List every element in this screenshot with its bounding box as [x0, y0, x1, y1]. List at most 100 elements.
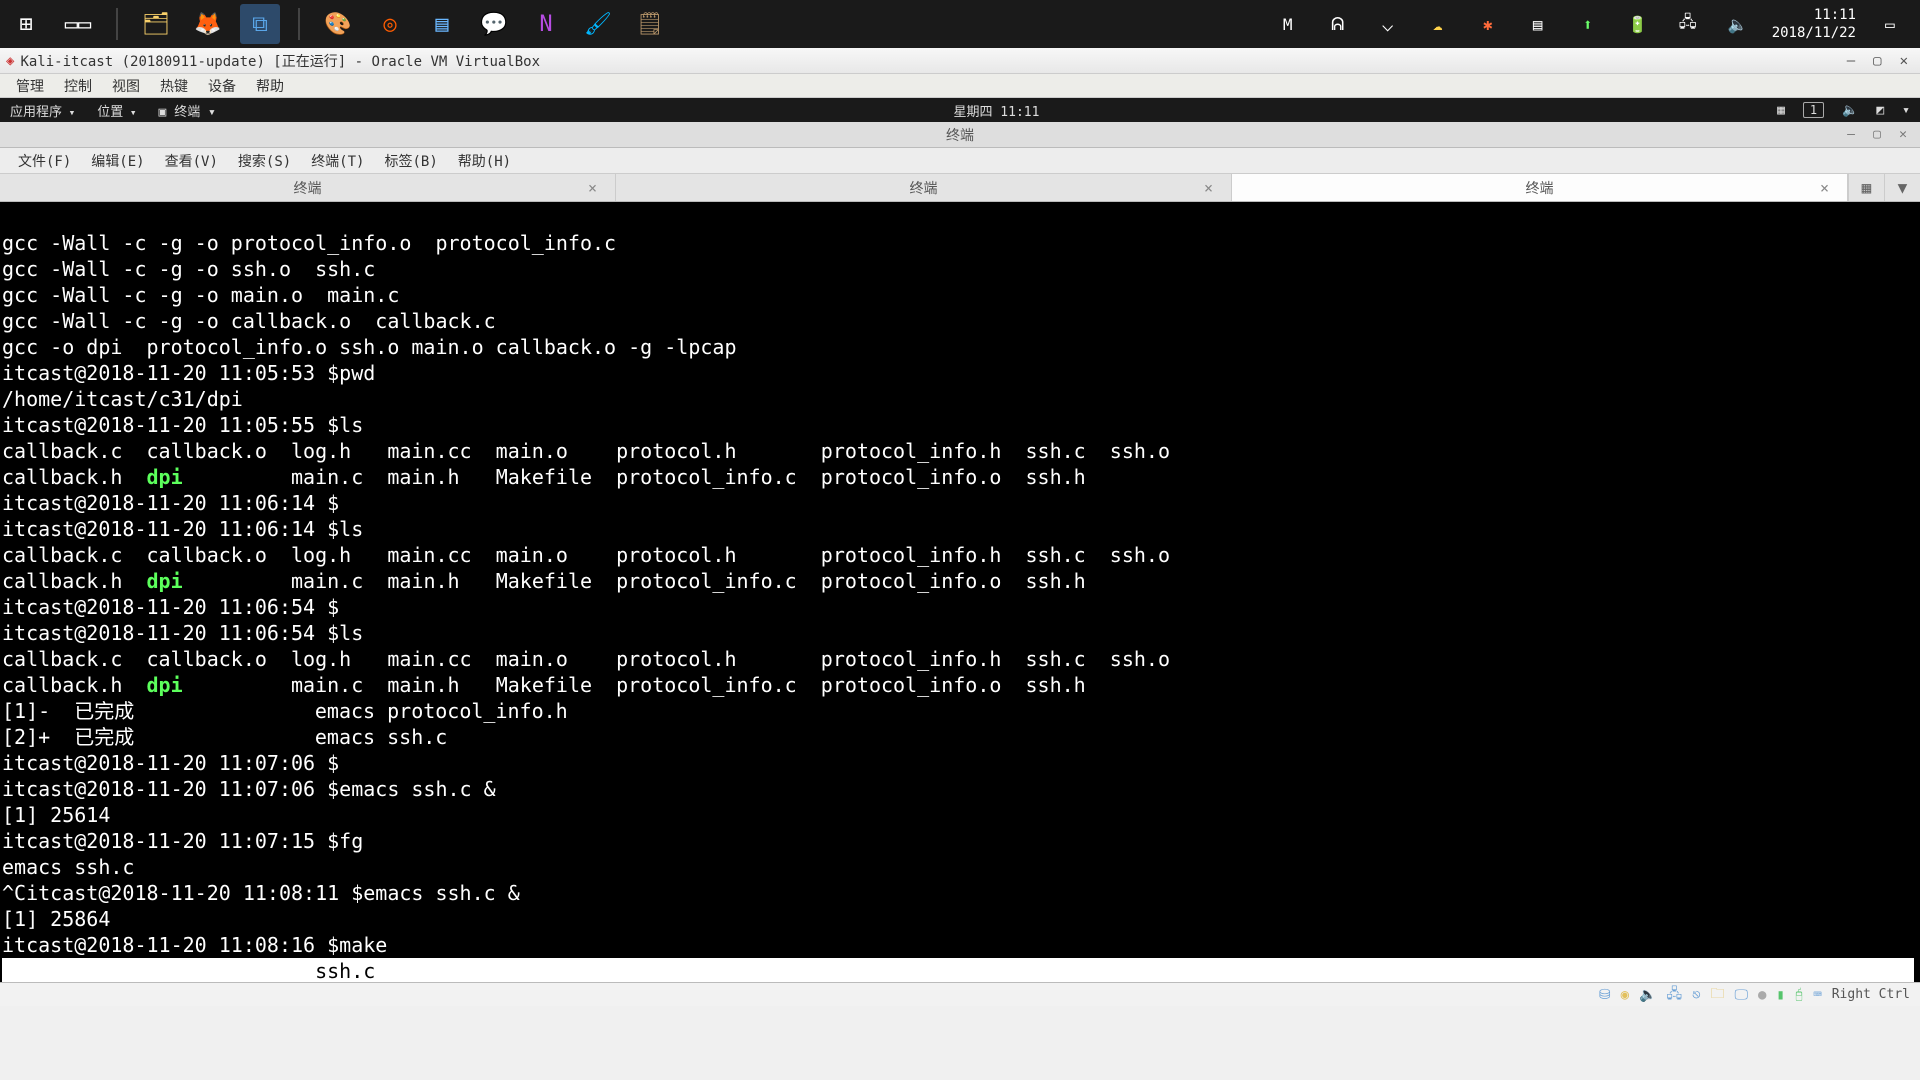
chat-icon[interactable]: 💬	[474, 4, 514, 44]
guest-recorder-icon[interactable]: ▦	[1777, 103, 1785, 118]
battery-icon[interactable]: 🔋	[1618, 4, 1658, 44]
terminal-line: [1] 25864	[2, 907, 110, 931]
term-close-button[interactable]: ✕	[1896, 128, 1910, 142]
tray-net-icon[interactable]: ▤	[1518, 4, 1558, 44]
terminal-line: itcast@2018-11-20 11:06:54 $ls	[2, 621, 363, 645]
brush-icon[interactable]: 🖌	[578, 4, 618, 44]
vbox-titlebar: ◈ Kali-itcast (20180911-update) [正在运行] -…	[0, 48, 1920, 74]
vbox-optical-icon[interactable]: ◉	[1621, 987, 1629, 1003]
guest-applications[interactable]: 应用程序	[10, 101, 75, 120]
terminal-content[interactable]: gcc -Wall -c -g -o protocol_info.o proto…	[0, 202, 1920, 982]
vbox-display-icon[interactable]: 🖵	[1735, 987, 1749, 1003]
terminal-line: gcc -Wall -c -g -o ssh.o ssh.c	[2, 257, 375, 281]
vbox-menu-machine[interactable]: 控制	[56, 74, 100, 98]
terminal-line: callback.c callback.o log.h main.cc main…	[2, 647, 1170, 671]
terminal-line: itcast@2018-11-20 11:07:06 $emacs ssh.c …	[2, 777, 496, 801]
terminal-line: itcast@2018-11-20 11:07:15 $fg	[2, 829, 363, 853]
close-icon[interactable]: ×	[1820, 179, 1829, 197]
vbox-harddisk-icon[interactable]: ⛁	[1599, 987, 1611, 1003]
vbox-title-icon: ◈	[6, 53, 14, 69]
guest-clock[interactable]: 星期四 11:11	[216, 101, 1777, 120]
term-menu-terminal[interactable]: 终端(T)	[303, 150, 372, 172]
vbox-network-icon[interactable]: 🖧	[1666, 983, 1682, 1007]
start-icon[interactable]: ⊞	[6, 4, 46, 44]
term-menu-tabs[interactable]: 标签(B)	[376, 150, 445, 172]
paint-icon[interactable]: 🎨	[318, 4, 358, 44]
guest-topbar: 应用程序 位置 ▣ 终端 ▾ 星期四 11:11 ▦ 1 🔈 ◩ ▾	[0, 98, 1920, 122]
firefox-icon[interactable]: 🦊	[188, 4, 228, 44]
app-icon-1[interactable]: ▤	[422, 4, 462, 44]
guest-audio-icon[interactable]: 🔈	[1842, 103, 1858, 118]
tray-update-icon[interactable]: ⬆	[1568, 4, 1608, 44]
terminal-line: callback.h dpi main.c main.h Makefile pr…	[2, 465, 1086, 489]
tray-app-icon[interactable]: ☁	[1418, 4, 1458, 44]
people-icon[interactable]: ᕱ	[1318, 4, 1358, 44]
terminal-line: gcc -Wall -c -g -o main.o main.c	[2, 283, 399, 307]
vbox-keyboard-icon[interactable]: ⌨	[1813, 987, 1821, 1003]
vbox-recording-icon[interactable]: ●	[1758, 987, 1766, 1003]
tray-gear-icon[interactable]: ✱	[1468, 4, 1508, 44]
term-menu-view[interactable]: 查看(V)	[157, 150, 226, 172]
term-min-button[interactable]: —	[1844, 128, 1858, 142]
vbox-statusbar: ⛁ ◉ 🔈 🖧 ⎋ 🗀 🖵 ● ▮ 🖯 ⌨ Right Ctrl	[0, 982, 1920, 1006]
guest-terminal-launcher[interactable]: ▣ 终端 ▾	[159, 101, 216, 120]
terminal-line: callback.c callback.o log.h main.cc main…	[2, 439, 1170, 463]
terminal-line: itcast@2018-11-20 11:08:16 $make	[2, 933, 387, 957]
notification-icon[interactable]: ▭	[1870, 4, 1910, 44]
terminal-line: [1] 25614	[2, 803, 110, 827]
terminal-line: gcc -Wall -c -g -o protocol_info.o proto…	[2, 231, 616, 255]
guest-power-icon[interactable]: ▾	[1902, 103, 1910, 118]
explorer-icon[interactable]: 🗂	[136, 4, 176, 44]
term-max-button[interactable]: ▢	[1870, 128, 1884, 142]
wifi-icon[interactable]: 🖧	[1668, 4, 1708, 44]
add-tab-button[interactable]: ▦	[1848, 174, 1884, 201]
volume-icon[interactable]: 🔈	[1718, 4, 1758, 44]
vbox-cpu-icon[interactable]: ▮	[1776, 987, 1784, 1003]
terminal-line: itcast@2018-11-20 11:06:54 $	[2, 595, 339, 619]
tab-menu-button[interactable]: ▼	[1884, 174, 1920, 201]
vbox-mouse-icon[interactable]: 🖯	[1795, 987, 1803, 1003]
term-menu-search[interactable]: 搜索(S)	[230, 150, 299, 172]
vbox-usb-icon[interactable]: ⎋	[1692, 987, 1700, 1003]
taskbar-clock[interactable]: 11:11 2018/11/22	[1768, 6, 1860, 42]
maximize-button[interactable]: ▢	[1873, 53, 1881, 69]
virtualbox-window: ◈ Kali-itcast (20180911-update) [正在运行] -…	[0, 48, 1920, 1080]
workspace-badge[interactable]: 1	[1803, 102, 1824, 118]
terminal-line: callback.h dpi main.c main.h Makefile pr…	[2, 673, 1086, 697]
terminal-tab-1[interactable]: 终端 ×	[0, 174, 616, 201]
guest-battery-icon[interactable]: ◩	[1876, 103, 1884, 118]
vbox-hostkey: Right Ctrl	[1832, 987, 1910, 1002]
guest-places[interactable]: 位置	[97, 101, 136, 120]
term-menu-file[interactable]: 文件(F)	[10, 150, 79, 172]
terminal-tab-3[interactable]: 终端 ×	[1232, 174, 1848, 201]
onenote-icon[interactable]: N	[526, 4, 566, 44]
close-button[interactable]: ✕	[1900, 53, 1908, 69]
vbox-menu-input[interactable]: 热键	[152, 74, 196, 98]
terminal-line: [2]+ 已完成 emacs ssh.c	[2, 725, 447, 749]
vbox-audio-icon[interactable]: 🔈	[1639, 987, 1656, 1003]
close-icon[interactable]: ×	[1204, 179, 1213, 197]
vbox-title: Kali-itcast (20180911-update) [正在运行] - O…	[20, 51, 1846, 71]
vbox-menu-view[interactable]: 视图	[104, 74, 148, 98]
vbox-shared-icon[interactable]: 🗀	[1711, 983, 1725, 1007]
terminal-line: itcast@2018-11-20 11:06:14 $ls	[2, 517, 363, 541]
terminal-tab-2[interactable]: 终端 ×	[616, 174, 1232, 201]
terminal-tabbar: 终端 × 终端 × 终端 × ▦ ▼	[0, 174, 1920, 202]
vbox-menubar: 管理 控制 视图 热键 设备 帮助	[0, 74, 1920, 98]
term-menu-help[interactable]: 帮助(H)	[450, 150, 519, 172]
virtualbox-icon[interactable]: ⧉	[240, 4, 280, 44]
vbox-menu-devices[interactable]: 设备	[200, 74, 244, 98]
close-icon[interactable]: ×	[588, 179, 597, 197]
tray-expand-icon[interactable]: ⌵	[1368, 4, 1408, 44]
terminal-line: emacs ssh.c	[2, 855, 134, 879]
taskview-icon[interactable]: ▭▭	[58, 4, 98, 44]
everything-icon[interactable]: ◎	[370, 4, 410, 44]
vbox-menu-manage[interactable]: 管理	[8, 74, 52, 98]
terminal-line: gcc -o dpi protocol_info.o ssh.o main.o …	[2, 335, 737, 359]
terminal-line: ^Citcast@2018-11-20 11:08:11 $emacs ssh.…	[2, 881, 520, 905]
term-menu-edit[interactable]: 编辑(E)	[83, 150, 152, 172]
minimize-button[interactable]: —	[1847, 53, 1855, 69]
text-icon[interactable]: 🗒	[630, 4, 670, 44]
tray-icon-m[interactable]: M	[1268, 4, 1308, 44]
vbox-menu-help[interactable]: 帮助	[248, 74, 292, 98]
